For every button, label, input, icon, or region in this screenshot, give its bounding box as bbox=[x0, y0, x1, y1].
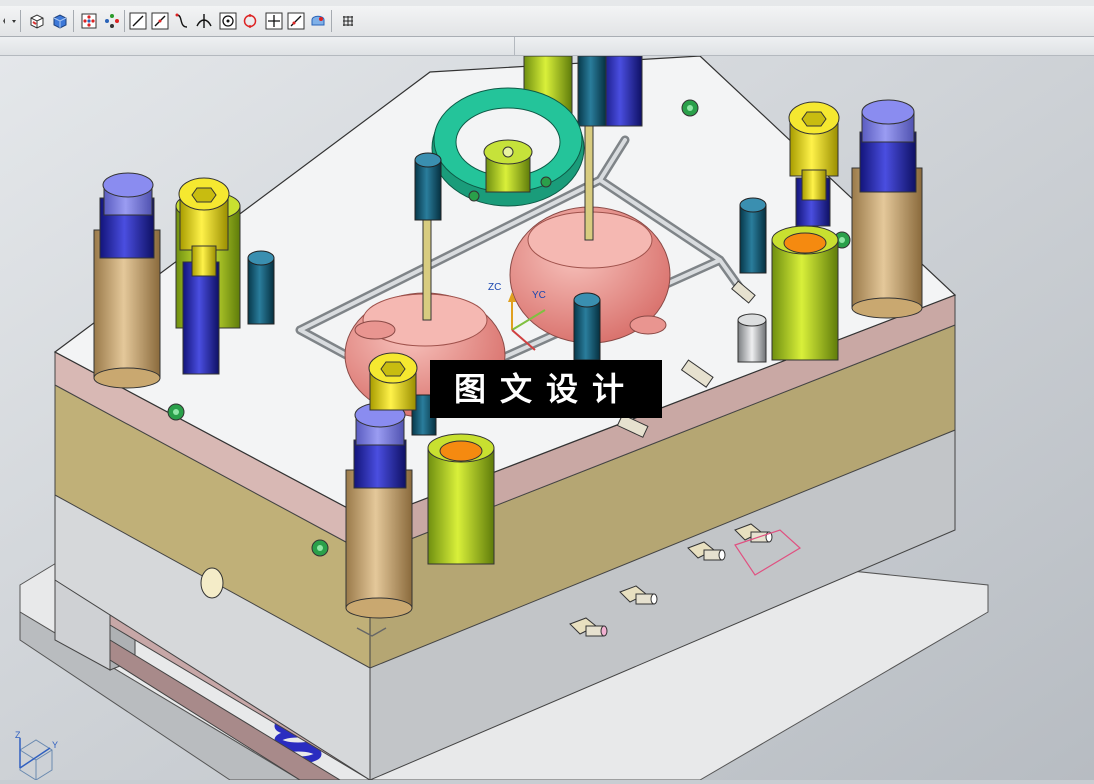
mid-point-icon[interactable] bbox=[150, 11, 170, 31]
wcs-zc-label: ZC bbox=[488, 282, 501, 293]
control-point-icon[interactable] bbox=[172, 11, 192, 31]
point-filter-icon[interactable] bbox=[102, 11, 122, 31]
secondary-toolbar-strip bbox=[0, 37, 1094, 56]
arc-center-icon[interactable] bbox=[218, 11, 238, 31]
grid-icon[interactable] bbox=[338, 11, 358, 31]
guide-pillar-left bbox=[93, 172, 161, 389]
dropdown-arrow-icon[interactable] bbox=[0, 11, 16, 31]
main-toolbar bbox=[0, 6, 1094, 37]
triad-z-label: Z bbox=[15, 730, 21, 740]
triad-y-label: Y bbox=[52, 740, 58, 750]
shaded-edges-view-icon[interactable] bbox=[50, 11, 70, 31]
wcs-yc-label: YC bbox=[532, 290, 546, 301]
point-on-face-icon[interactable] bbox=[308, 11, 328, 31]
existing-point-icon[interactable] bbox=[264, 11, 284, 31]
quadrant-point-icon[interactable] bbox=[240, 11, 260, 31]
mold-assembly-view: ZC YC Z Y bbox=[0, 55, 1094, 781]
guide-pillar-right bbox=[851, 99, 923, 319]
locating-ring bbox=[431, 87, 585, 207]
intersection-point-icon[interactable] bbox=[194, 11, 214, 31]
shaded-view-icon[interactable] bbox=[27, 11, 47, 31]
guide-pillar-front bbox=[345, 402, 413, 619]
graphics-window[interactable]: ZC YC Z Y bbox=[0, 55, 1094, 781]
point-on-curve-icon[interactable] bbox=[286, 11, 306, 31]
watermark-label: 图文设计 bbox=[430, 360, 662, 418]
end-point-icon[interactable] bbox=[128, 11, 148, 31]
snap-points-icon[interactable] bbox=[79, 11, 99, 31]
